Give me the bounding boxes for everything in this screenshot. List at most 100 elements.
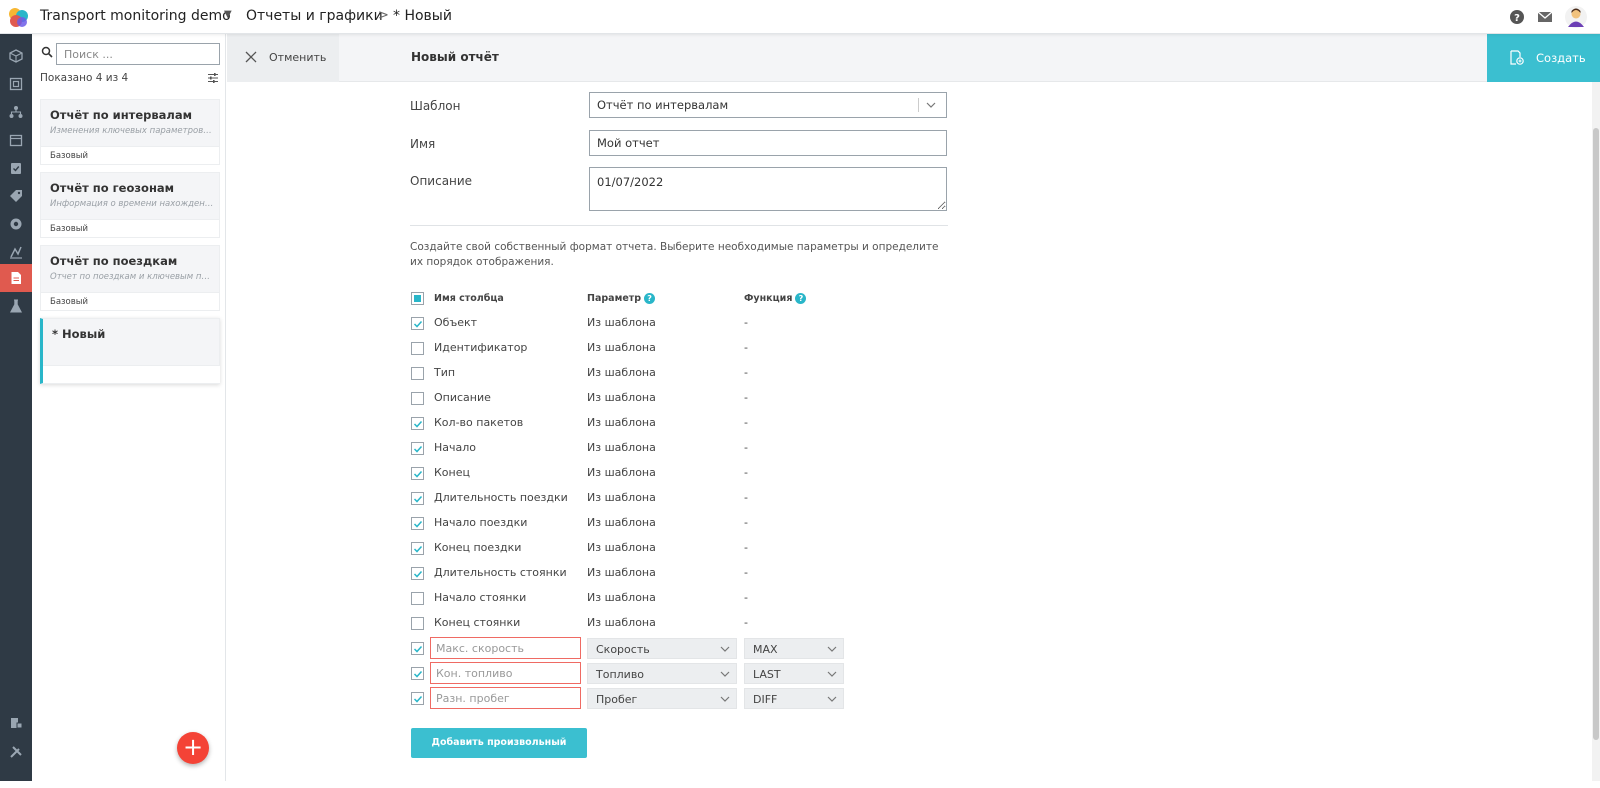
column-param: Из шаблона <box>587 591 656 604</box>
custom-column-name-input[interactable] <box>430 637 581 659</box>
search-input[interactable] <box>56 43 220 65</box>
column-param: Из шаблона <box>587 516 656 529</box>
create-label: Создать <box>1536 51 1586 65</box>
report-card-description: Изменения ключевых параметров ТС <box>50 126 214 136</box>
left-nav <box>0 34 32 781</box>
column-name: Конец стоянки <box>434 616 521 629</box>
custom-column-checkbox[interactable] <box>411 642 424 655</box>
chevron-down-icon <box>827 696 837 702</box>
column-name: Объект <box>434 316 478 329</box>
help-icon[interactable]: ? <box>1509 9 1525 25</box>
mail-icon[interactable] <box>1537 9 1553 25</box>
nav-routes[interactable] <box>0 238 32 266</box>
report-card[interactable]: Отчёт по интервалам Изменения ключевых п… <box>40 99 220 165</box>
box-icon <box>9 49 23 63</box>
filter-icon[interactable] <box>207 72 219 84</box>
cancel-button[interactable]: Отменить <box>227 34 339 82</box>
nav-structure[interactable] <box>0 98 32 126</box>
custom-param-value: Скорость <box>596 643 650 656</box>
chevron-down-icon <box>827 671 837 677</box>
create-button[interactable]: Создать <box>1487 34 1600 82</box>
column-name: Начало поездки <box>434 516 528 529</box>
column-checkbox[interactable] <box>411 542 424 555</box>
column-header-param: Параметр? <box>587 293 656 304</box>
column-param: Из шаблона <box>587 541 656 554</box>
scrollbar-thumb[interactable] <box>1593 128 1599 740</box>
custom-column-checkbox[interactable] <box>411 667 424 680</box>
column-func: - <box>744 466 748 479</box>
nav-zones[interactable] <box>0 70 32 98</box>
nav-tags[interactable] <box>0 182 32 210</box>
column-checkbox[interactable] <box>411 417 424 430</box>
task-icon <box>11 163 21 174</box>
template-select[interactable]: Отчёт по интервалам <box>589 92 947 118</box>
custom-param-select[interactable]: Пробег <box>587 688 737 709</box>
chevron-down-icon[interactable]: ▼ <box>224 9 232 20</box>
add-custom-column-button[interactable]: Добавить произвольный столбец <box>411 728 587 778</box>
user-avatar-icon[interactable] <box>1565 6 1587 28</box>
report-card[interactable]: Отчёт по поездкам Отчет по поездкам и кл… <box>40 245 220 311</box>
column-param: Из шаблона <box>587 616 656 629</box>
custom-column-name-input[interactable] <box>430 687 581 709</box>
column-checkbox[interactable] <box>411 442 424 455</box>
nav-calendar[interactable] <box>0 126 32 154</box>
nav-reports[interactable] <box>0 264 32 292</box>
description-field[interactable]: 01/07/2022 <box>589 167 947 211</box>
column-name: Тип <box>434 366 456 379</box>
breadcrumb-section[interactable]: Отчеты и графики <box>246 8 383 24</box>
custom-column-checkbox[interactable] <box>411 692 424 705</box>
column-param: Из шаблона <box>587 341 656 354</box>
custom-column-name-input[interactable] <box>430 662 581 684</box>
column-name: Начало стоянки <box>434 591 527 604</box>
add-report-button[interactable]: + <box>177 732 209 764</box>
nav-settings[interactable] <box>0 210 32 238</box>
custom-param-value: Топливо <box>596 668 645 681</box>
report-card-selected[interactable]: * Новый <box>40 318 220 384</box>
custom-func-value: MAX <box>753 643 778 656</box>
hierarchy-icon <box>9 106 23 118</box>
cancel-label: Отменить <box>269 51 327 64</box>
nav-objects[interactable] <box>0 42 32 70</box>
column-header-func: Функция? <box>744 293 807 304</box>
plus-icon: + <box>182 733 204 761</box>
nav-tools[interactable] <box>0 738 32 766</box>
column-name: Длительность поездки <box>434 491 568 504</box>
column-checkbox[interactable] <box>411 392 424 405</box>
nav-lab[interactable] <box>0 292 32 320</box>
column-param: Из шаблона <box>587 366 656 379</box>
custom-func-select[interactable]: DIFF <box>744 688 844 709</box>
top-bar: Transport monitoring demo ▼ Отчеты и гра… <box>0 0 1600 34</box>
column-checkbox[interactable] <box>411 317 424 330</box>
nav-security[interactable] <box>0 709 32 737</box>
report-card-description: Информация о времени нахождения... <box>50 199 214 209</box>
app-title[interactable]: Transport monitoring demo <box>40 8 231 24</box>
column-name: Длительность стоянки <box>434 566 567 579</box>
column-checkbox[interactable] <box>411 592 424 605</box>
report-card[interactable]: Отчёт по геозонам Информация о времени н… <box>40 172 220 238</box>
column-checkbox[interactable] <box>411 467 424 480</box>
column-checkbox[interactable] <box>411 342 424 355</box>
nav-tasks[interactable] <box>0 154 32 182</box>
name-field[interactable] <box>589 130 947 156</box>
logo-icon[interactable] <box>6 5 30 29</box>
column-param: Из шаблона <box>587 316 656 329</box>
custom-param-select[interactable]: Топливо <box>587 663 737 684</box>
question-icon[interactable]: ? <box>644 293 656 304</box>
question-icon[interactable]: ? <box>795 293 807 304</box>
column-checkbox[interactable] <box>411 617 424 630</box>
column-checkbox[interactable] <box>411 517 424 530</box>
route-icon <box>10 246 22 259</box>
close-icon <box>245 51 257 63</box>
column-checkbox[interactable] <box>411 567 424 580</box>
custom-func-select[interactable]: LAST <box>744 663 844 684</box>
column-checkbox[interactable] <box>411 367 424 380</box>
column-param: Из шаблона <box>587 566 656 579</box>
select-all-checkbox[interactable] <box>411 292 424 305</box>
chevron-down-icon <box>720 696 730 702</box>
column-func: - <box>744 591 748 604</box>
column-checkbox[interactable] <box>411 492 424 505</box>
settings-icon <box>10 218 22 230</box>
custom-param-select[interactable]: Скорость <box>587 638 737 659</box>
custom-func-select[interactable]: MAX <box>744 638 844 659</box>
chevron-down-icon <box>720 646 730 652</box>
